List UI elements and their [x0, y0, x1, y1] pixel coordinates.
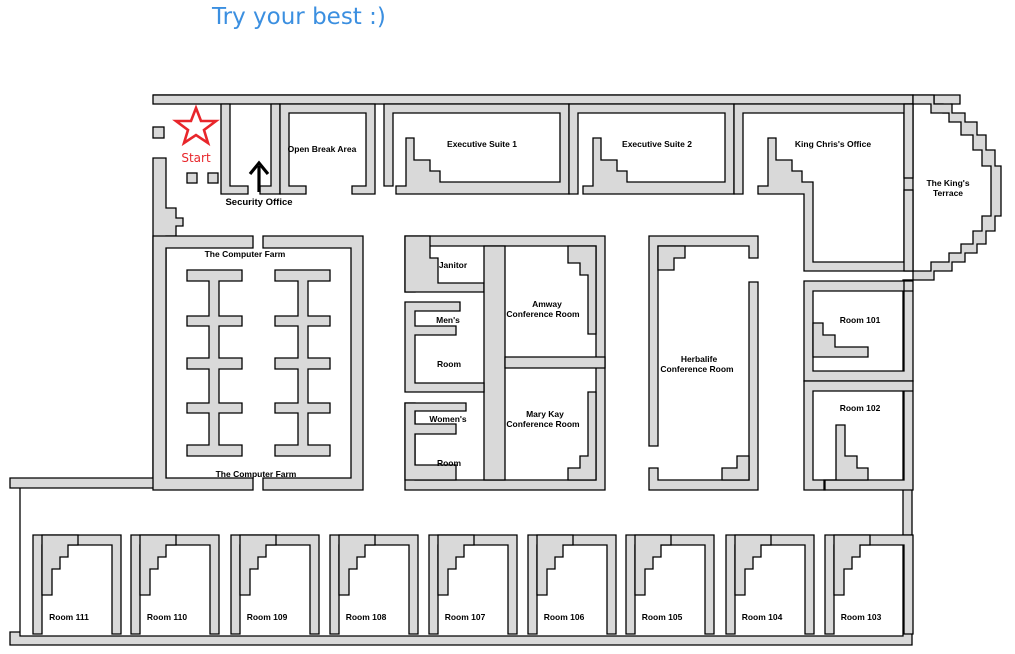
floor-plan-map: Room 111 Room 110 Room 109 Room 108 Room 107…	[9, 94, 1002, 646]
room-105-label: Room 105	[642, 612, 683, 622]
king-office-label: King Chris's Office	[795, 139, 871, 149]
room-108-stairs	[338, 534, 376, 596]
womens-room-label-line2: Room	[437, 458, 462, 468]
room-104-label: Room 104	[742, 612, 783, 622]
room-106-label: Room 106	[544, 612, 585, 622]
security-office-label: Security Office	[225, 197, 292, 208]
room-110-stairs	[139, 534, 177, 596]
room-101-label: Room 101	[840, 315, 881, 325]
terrace-doorway-top	[903, 103, 914, 179]
marykay-label-line1: Mary Kay	[526, 409, 564, 419]
computer-farm-label-bottom: The Computer Farm	[216, 469, 297, 479]
room-109-label: Room 109	[247, 612, 288, 622]
security-office-walls	[220, 103, 249, 195]
room-102-stairs	[823, 424, 869, 491]
room-111-label: Room 111	[49, 612, 89, 622]
start-label: Start	[181, 151, 211, 165]
right-rooms	[803, 279, 914, 491]
room-101-stairs	[812, 322, 869, 358]
amway-label-line1: Amway	[532, 299, 562, 309]
room-103-label: Room 103	[841, 612, 882, 622]
janitor-label: Janitor	[439, 260, 468, 270]
room-107-label: Room 107	[445, 612, 486, 622]
room-107-stairs	[437, 534, 475, 596]
center-divider	[483, 245, 506, 481]
herbalife-label-line1: Herbalife	[681, 354, 718, 364]
open-break-area-label: Open Break Area	[288, 144, 357, 154]
room-105-stairs	[634, 534, 672, 596]
terrace-doorway-bottom	[903, 189, 914, 272]
herbalife-stairs-top	[657, 245, 686, 271]
room-103-stairs	[833, 534, 871, 596]
room-109-stairs	[239, 534, 277, 596]
computer-farm-label-top: The Computer Farm	[205, 249, 286, 259]
security-office-right-wall	[259, 103, 281, 195]
start-marker: Start	[172, 104, 220, 165]
desk-cluster-left	[186, 269, 243, 457]
exec-suite-2-label: Executive Suite 2	[622, 139, 692, 149]
room-104-stairs	[734, 534, 772, 596]
marykay-label-line2: Conference Room	[506, 419, 580, 429]
marykay-stairs	[567, 391, 597, 481]
amway-stairs	[567, 245, 597, 335]
top-corridor-wall	[152, 94, 914, 105]
start-block-2	[186, 172, 198, 184]
exec-suite-1-label: Executive Suite 1	[447, 139, 517, 149]
mens-room-label-line1: Men's	[436, 315, 460, 325]
herbalife-label-line2: Conference Room	[660, 364, 734, 374]
exec-suite-2-walls	[568, 103, 735, 195]
room-111-stairs	[41, 534, 79, 596]
desk-cluster-right	[274, 269, 331, 457]
womens-room-label-line1: Women's	[429, 414, 467, 424]
computer-farm	[152, 235, 364, 491]
start-star-icon	[172, 104, 220, 147]
exec-suite-1-walls	[383, 103, 570, 195]
mens-room-label-line2: Room	[437, 359, 462, 369]
king-office-walls	[733, 103, 914, 272]
start-block-3	[207, 172, 219, 184]
kings-terrace-label-line1: The King's	[926, 178, 969, 188]
room-102-label: Room 102	[840, 403, 881, 413]
amway-label-line2: Conference Room	[506, 309, 580, 319]
room-110-label: Room 110	[147, 612, 187, 622]
start-block-1	[152, 126, 165, 139]
room-106-stairs	[536, 534, 574, 596]
room-108-label: Room 108	[346, 612, 387, 622]
herbalife-stairs-bottom	[721, 455, 750, 481]
center-block	[404, 235, 606, 491]
kings-terrace-label-line2: Terrace	[933, 188, 963, 198]
bottom-rooms: Room 111 Room 110 Room 109 Room 108 Room 107…	[32, 534, 914, 635]
amway-room-walls	[504, 356, 606, 369]
